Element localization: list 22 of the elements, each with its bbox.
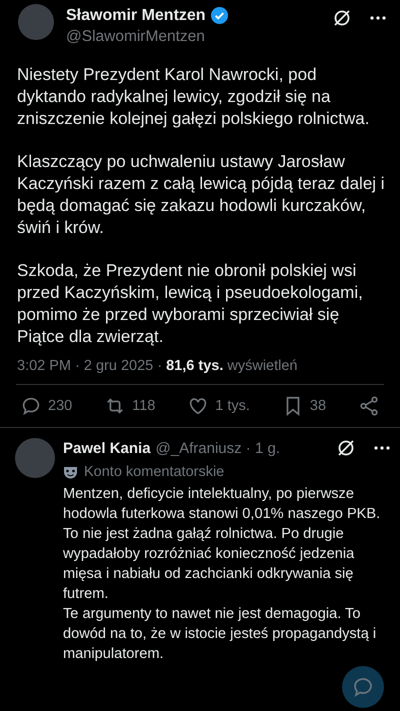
repost-button[interactable]: 118 [104,395,156,417]
share-icon [358,395,380,417]
speech-bubble-icon [20,395,42,417]
author-handle[interactable]: @SlawomirMentzen [66,28,320,46]
tweet-paragraph: Szkoda, że Prezydent nie obronił polskiej wsi przed Kaczyńskim, lewicą i pseudoekologami, pomimo że przed wyborami sprzeciwiał się Piątce dla zwierząt. [17,260,364,348]
tweet-paragraph: Niestety Prezydent Karol Nawrocki, pod dyktando radykalnej lewicy, zgodził się na zniszczenie kolejnej gałęzi polskiego rolnictwa. [17,64,370,130]
tweet-meta: 3:02 PM · 2 gru 2025 · 81,6 tys. wyświetleń [16,357,298,376]
mask-icon [63,466,78,478]
like-button[interactable]: 1 tys. [187,395,250,417]
bookmark-button[interactable]: 38 [282,395,326,417]
reply-author-handle[interactable]: @_Afraniusz · 1 g. [156,440,331,456]
more-icon[interactable] [370,16,386,20]
compose-button[interactable] [342,666,384,708]
more-icon[interactable] [374,446,390,450]
speech-bubble-icon [351,675,375,699]
reply-button[interactable]: 230 [20,395,72,417]
tweet-paragraph: Klaszczący po uchwaleniu ustawy Jarosław Kaczyński razem z całą lewicą pójdą teraz dalej i będą domagać się zakazu hodowli kurczaków, świń i krów. [17,151,386,239]
reply-text: Mentzen, deficycie intelektualny, po pierwsze hodowla futerkowa stanowi 0,01% naszego PKB. To nie jest żadna gałąź rolnictwa. Po drugie wypadałoby rozróżniać konieczność jedzenia mięsa i nabiału od zachcianki odkrywania się futrem. Te argumenty to nawet nie jest demagogia. To dowód na to, że w istocie jesteś propagandystą i manipulatorem. [63,485,382,664]
share-button[interactable] [358,395,380,417]
author-name[interactable]: Sławomir Mentzen [66,6,206,24]
reply-author-name[interactable]: Pawel Kania [63,440,151,456]
account-label: Konto komentatorskie [84,464,224,480]
